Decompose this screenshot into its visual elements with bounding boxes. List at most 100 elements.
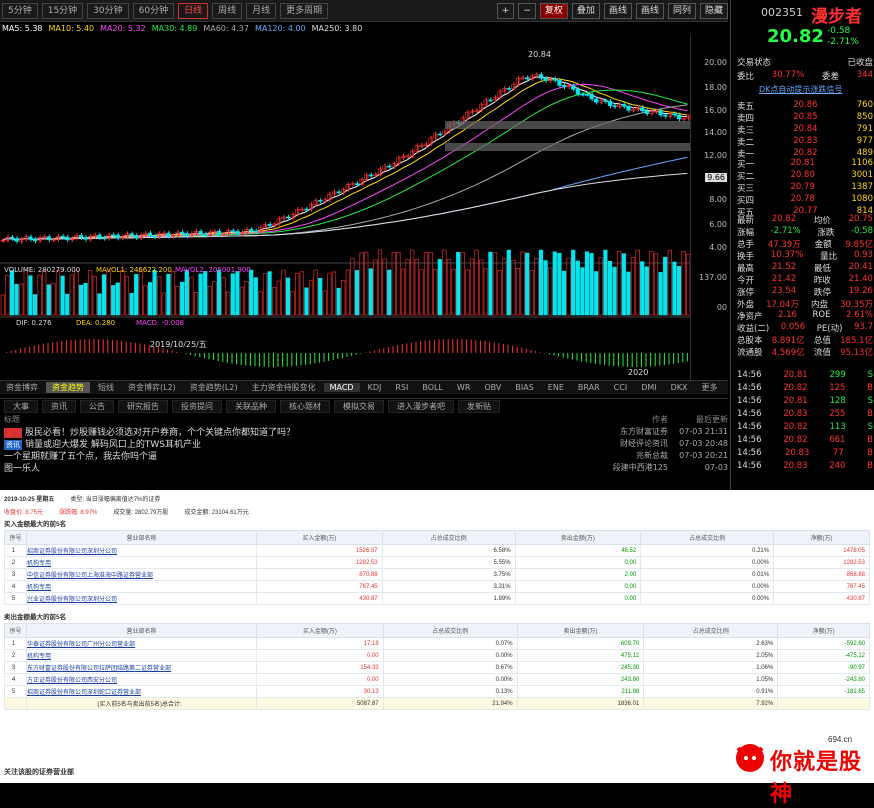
table-cell[interactable]: 东方财富证券股份有限公司拉萨团结路第二证券营业部 <box>26 661 257 674</box>
news-time: 07-03 21:31 <box>679 426 728 436</box>
news-tab[interactable]: 资讯 <box>42 399 76 413</box>
table-row[interactable]: 3 东方财富证券股份有限公司拉萨团结路第二证券营业部 154.33 0.67% 245.… <box>4 661 870 674</box>
news-tab[interactable]: 发新贴 <box>458 399 500 413</box>
stat-row: 总股本 8.891亿 总值 185.1亿 <box>737 334 873 346</box>
stat-row-cell: 4.569亿 <box>771 348 805 358</box>
table-cell[interactable]: 方正证券股份有限公司西安分公司 <box>26 673 257 686</box>
toolbar-button[interactable]: 复权 <box>539 2 568 19</box>
toolbar-button[interactable]: + <box>496 2 515 19</box>
stat-row-cell: 20.41 <box>848 262 873 272</box>
news-tab[interactable]: 进入漫步者吧 <box>388 399 454 413</box>
indicator-tab[interactable]: 资金博弈(L2) <box>122 382 182 393</box>
stat-row-cell: 185.1亿 <box>840 336 873 346</box>
table-cell[interactable]: 招商证券股份有限公司深圳分公司 <box>26 544 257 557</box>
indicator-tab[interactable]: DMI <box>635 383 662 392</box>
indicator-tab[interactable]: ENE <box>542 383 570 392</box>
indicator-tab[interactable]: MACD <box>323 383 360 392</box>
news-tab[interactable]: 关联品种 <box>226 399 276 413</box>
volume-bar <box>479 259 484 316</box>
volume-bar <box>239 286 245 316</box>
period-button[interactable]: 15分钟 <box>41 2 84 19</box>
toolbar-button[interactable]: 隐藏 <box>699 2 728 19</box>
stat-row-cell: 均价 <box>813 216 831 226</box>
table-cell[interactable]: 招商证券股份有限公司深圳蛇口证券营业部 <box>26 685 257 698</box>
table-cell[interactable]: 机构专用 <box>26 580 257 593</box>
indicator-tab[interactable]: RSI <box>389 383 414 392</box>
table-row[interactable]: 2 机构专用 0.00 0.00% 475.12 2.05% -475.12 <box>4 649 870 662</box>
table-cell: 1478.05 <box>773 544 870 557</box>
watermark-text: 你就是股神 <box>770 750 863 807</box>
toolbar-button[interactable]: 画线 <box>635 2 664 19</box>
table-row[interactable]: 5 兴业证券股份有限公司深圳分公司 430.87 1.89% 0.00 0.00% 430.… <box>4 592 870 605</box>
table-row[interactable]: 1 华泰证券股份有限公司广州分公司营业部 17.18 0.07% 609.70 2.63%… <box>4 637 870 650</box>
candle-body <box>304 208 309 211</box>
indicator-tab[interactable]: 主力资金持股变化 <box>246 382 322 393</box>
volume-bar <box>433 269 438 316</box>
indicator-tab[interactable]: 资金博弈 <box>0 382 44 393</box>
table-cell[interactable]: 华泰证券股份有限公司广州分公司营业部 <box>26 637 257 650</box>
table-cell[interactable]: 机构专用 <box>26 649 257 662</box>
news-tab[interactable]: 研究报告 <box>118 399 168 413</box>
volume-bar <box>607 260 613 316</box>
table-row[interactable]: 4 方正证券股份有限公司西安分公司 0.00 0.00% 243.80 1.05% -243… <box>4 673 870 686</box>
news-row[interactable]: 图一乐人 段建中西港125 07-03 <box>0 461 728 474</box>
period-button[interactable]: 日线 <box>178 2 209 19</box>
table-cell[interactable]: 机构专用 <box>26 556 257 569</box>
volume-bar <box>442 249 447 316</box>
ask-row-cell: 卖三 <box>737 126 755 136</box>
indicator-tab[interactable]: BRAR <box>572 383 606 392</box>
news-title[interactable]: 图一乐人 <box>4 464 40 474</box>
period-button[interactable]: 更多周期 <box>280 2 329 19</box>
lhb-footer[interactable]: 关注该股的证券营业部 <box>0 767 74 777</box>
ma-value: MA60: 4.37 <box>203 24 249 33</box>
volume-bar <box>635 249 640 316</box>
indicator-tab[interactable]: 资金趋势 <box>46 382 90 393</box>
indicator-tab[interactable]: BOLL <box>416 383 449 392</box>
ma-line <box>1 89 688 241</box>
indicator-tab[interactable]: 资金趋势(L2) <box>184 382 244 393</box>
news-tab[interactable]: 公告 <box>80 399 114 413</box>
indicator-tab[interactable]: 短线 <box>92 382 120 393</box>
sum-cell: 5087.87 <box>256 697 384 710</box>
table-row[interactable]: 1 招商证券股份有限公司深圳分公司 1526.57 6.58% 48.52 0.21% 14… <box>4 544 870 557</box>
toolbar-button[interactable]: − <box>518 2 536 19</box>
news-row[interactable]: 资讯 销量或迎大爆发 解码风口上的TWS耳机产业 财经评论资讯 07-03 20:48 <box>0 437 728 450</box>
ratio-row: 委比 30.77% 委差 344 <box>737 70 873 82</box>
indicator-tab[interactable]: CCI <box>608 383 634 392</box>
table-row[interactable]: 5 招商证券股份有限公司深圳蛇口证券营业部 30.13 0.13% 211.98 0.91… <box>4 685 870 698</box>
indicator-label: DEA: 0.280 <box>76 319 115 327</box>
stat-row-cell: 47.39万 <box>767 240 801 250</box>
news-tab[interactable]: 大事 <box>4 399 38 413</box>
toolbar-button[interactable]: 叠加 <box>571 2 600 19</box>
toolbar-button[interactable]: 同列 <box>667 2 696 19</box>
news-tab[interactable]: 投资提问 <box>172 399 222 413</box>
table-cell[interactable]: 中信证券股份有限公司上海淮海中路证券营业部 <box>26 568 257 581</box>
indicator-tab[interactable]: BIAS <box>509 383 539 392</box>
period-button[interactable]: 周线 <box>212 2 243 19</box>
indicator-tab[interactable]: KDJ <box>362 383 388 392</box>
stat-row-cell: 23.54 <box>771 286 797 296</box>
indicator-tab[interactable]: OBV <box>478 383 507 392</box>
toolbar-button[interactable]: 画线 <box>603 2 632 19</box>
news-row[interactable]: 一个星期就赚了五个点，我去你吗个逼 兆新总裁 07-03 20:21 <box>0 449 728 462</box>
news-row[interactable]: 置顶 股民必看！炒股赚钱必须选对开户券商，个个关键点你都知道了吗？ 东方财富证券 07… <box>0 425 728 438</box>
signal-banner[interactable]: DK点自动提示涨跌信号 <box>759 84 842 95</box>
news-tab[interactable]: 核心题材 <box>280 399 330 413</box>
candle-body <box>216 230 222 235</box>
period-button[interactable]: 月线 <box>246 2 277 19</box>
table-cell[interactable]: 兴业证券股份有限公司深圳分公司 <box>26 592 257 605</box>
table-row[interactable]: 3 中信证券股份有限公司上海淮海中路证券营业部 870.88 3.75% 2.00 0.0… <box>4 568 870 581</box>
kline-chart[interactable]: 20.84 2019/10/25/五 2020 VOLUME: 280279.000 M… <box>0 35 730 380</box>
indicator-tab[interactable]: WR <box>451 383 476 392</box>
candle-body <box>387 165 392 168</box>
news-tab[interactable]: 模拟交易 <box>334 399 384 413</box>
candle-body <box>621 104 626 107</box>
stat-row-cell: 8.891亿 <box>771 336 805 346</box>
indicator-tab[interactable]: 更多 <box>696 382 724 393</box>
period-button[interactable]: 5分钟 <box>2 2 38 19</box>
period-button[interactable]: 60分钟 <box>132 2 175 19</box>
period-button[interactable]: 30分钟 <box>87 2 129 19</box>
table-row[interactable]: 2 机构专用 1282.53 5.55% 0.00 0.00% 1282.53 <box>4 556 870 569</box>
indicator-tab[interactable]: DKX <box>665 383 694 392</box>
table-row[interactable]: 4 机构专用 767.45 3.31% 0.00 0.00% 767.45 <box>4 580 870 593</box>
